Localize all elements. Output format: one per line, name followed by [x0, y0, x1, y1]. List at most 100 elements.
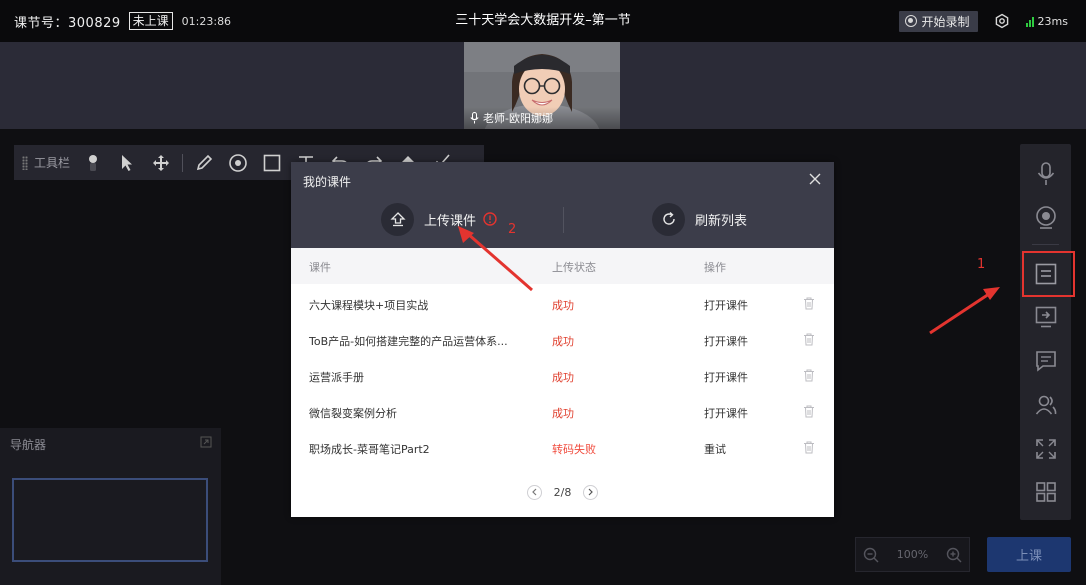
toolbar-divider: [182, 153, 184, 172]
annotation-highlight-box: [1022, 251, 1075, 297]
upload-icon: [389, 212, 406, 227]
lesson-id: 课节号：300829: [14, 15, 121, 31]
trash-icon[interactable]: [803, 297, 815, 310]
table-header: 课件 上传状态 操作: [291, 248, 834, 284]
upload-status-failed: 转码失败: [552, 443, 596, 456]
close-icon[interactable]: [808, 172, 822, 186]
column-header-status: 上传状态: [552, 261, 596, 274]
rectangle-icon: [263, 154, 281, 171]
upload-icon-circle: [381, 202, 414, 236]
lesson-info: 课节号：300829 未上课 01:23:86: [14, 0, 231, 42]
layout-button[interactable]: [1020, 474, 1071, 510]
action-divider: [563, 207, 564, 233]
navigator-viewport[interactable]: [12, 478, 208, 562]
webcam-icon: [1035, 206, 1056, 229]
courseware-name: 六大课程模块+项目实战: [309, 299, 429, 312]
zoom-control: 100%: [855, 537, 970, 572]
navigator-panel: 导航器: [0, 428, 221, 585]
record-icon: [904, 15, 917, 27]
page-indicator: 2/8: [553, 485, 572, 499]
refresh-label: 刷新列表: [695, 213, 748, 229]
table-row: 运营派手册 成功 打开课件: [291, 357, 834, 393]
gear-icon[interactable]: [994, 13, 1010, 29]
microphone-icon: [1037, 162, 1054, 185]
fullscreen-icon: [1035, 439, 1056, 459]
zoom-level: 100%: [896, 548, 929, 561]
refresh-icon: [662, 211, 675, 225]
trash-icon[interactable]: [803, 405, 815, 418]
teacher-name: 老师-欧阳娜娜: [483, 112, 553, 125]
courseware-name: ToB产品-如何搭建完整的产品运营体系...: [309, 335, 508, 348]
cursor-arrow-icon: [122, 154, 133, 171]
signal-strength-icon: [1025, 15, 1035, 27]
dialog-title: 我的课件: [303, 175, 352, 189]
trash-icon[interactable]: [803, 333, 815, 346]
navigator-title: 导航器: [10, 438, 47, 452]
rectangle-tool[interactable]: [255, 145, 289, 180]
video-strip: 老师-欧阳娜娜: [0, 42, 1086, 129]
screen-share-button[interactable]: [1020, 299, 1071, 335]
table-row: 职场成长-菜哥笔记Part2 转码失败 重试: [291, 429, 834, 465]
zoom-in-icon[interactable]: [946, 547, 962, 563]
annotation-step-1: 1: [977, 257, 986, 272]
topbar-controls: 开始录制 23ms: [898, 0, 1068, 42]
teacher-video[interactable]: 老师-欧阳娜娜: [464, 42, 620, 129]
open-courseware-link[interactable]: 打开课件: [704, 333, 748, 349]
camera-button[interactable]: [1020, 200, 1071, 236]
column-header-name: 课件: [309, 261, 331, 274]
courseware-name: 职场成长-菜哥笔记Part2: [309, 443, 430, 456]
start-class-button[interactable]: 上课: [987, 537, 1071, 572]
upload-status: 成功: [552, 335, 574, 348]
chat-button[interactable]: [1020, 343, 1071, 379]
retry-link[interactable]: 重试: [704, 441, 726, 457]
upload-courseware-button[interactable]: 上传课件: [381, 202, 497, 236]
status-badge: 未上课: [128, 12, 173, 30]
column-header-action: 操作: [704, 261, 726, 274]
toolbar-label: 工具栏: [34, 156, 71, 170]
users-icon: [1035, 395, 1056, 415]
collapse-icon[interactable]: [200, 436, 212, 448]
courseware-name: 运营派手册: [309, 371, 364, 384]
table-row: ToB产品-如何搭建完整的产品运营体系... 成功 打开课件: [291, 321, 834, 357]
chat-bubble-icon: [1035, 351, 1056, 372]
pagination: 2/8: [291, 482, 834, 502]
right-sidebar: [1020, 144, 1071, 520]
chevron-left-icon: [531, 488, 537, 496]
drag-handle[interactable]: [22, 155, 28, 170]
open-courseware-link[interactable]: 打开课件: [704, 405, 748, 421]
laser-pointer-tool[interactable]: [76, 145, 110, 180]
microphone-icon: [470, 112, 479, 124]
open-courseware-link[interactable]: 打开课件: [704, 369, 748, 385]
move-icon: [153, 154, 170, 171]
class-timer: 01:23:86: [181, 14, 232, 28]
laser-pointer-icon: [89, 154, 98, 171]
refresh-icon-circle: [652, 202, 685, 236]
courseware-dialog: 我的课件 上传课件 刷新列表 课件 上传状态 操作 六大课程模块+项目实战 成功…: [291, 162, 834, 517]
screen-share-icon: [1035, 306, 1056, 328]
prev-page-button[interactable]: [526, 484, 542, 500]
upload-label: 上传课件: [424, 213, 477, 229]
move-tool[interactable]: [144, 145, 178, 180]
open-courseware-link[interactable]: 打开课件: [704, 297, 748, 313]
zoom-out-icon[interactable]: [863, 547, 879, 563]
refresh-list-button[interactable]: 刷新列表: [652, 202, 747, 236]
start-recording-button[interactable]: 开始录制: [898, 10, 978, 32]
table-row: 微信裂变案例分析 成功 打开课件: [291, 393, 834, 429]
next-page-button[interactable]: [583, 484, 599, 500]
start-recording-label: 开始录制: [921, 14, 970, 29]
upload-status: 成功: [552, 371, 574, 384]
latency-readout: 23ms: [1037, 14, 1068, 28]
microphone-button[interactable]: [1020, 156, 1071, 192]
teacher-name-label: 老师-欧阳娜娜: [464, 107, 620, 129]
select-tool[interactable]: [110, 145, 144, 180]
laser-dot-tool[interactable]: [221, 145, 255, 180]
trash-icon[interactable]: [803, 441, 815, 454]
dialog-header: 我的课件 上传课件 刷新列表: [291, 162, 834, 248]
fullscreen-button[interactable]: [1020, 431, 1071, 467]
rail-divider: [1032, 244, 1059, 245]
trash-icon[interactable]: [803, 369, 815, 382]
annotation-step-2: 2: [508, 222, 517, 237]
members-button[interactable]: [1020, 387, 1071, 423]
info-icon[interactable]: [483, 212, 497, 226]
pen-tool[interactable]: [187, 145, 221, 180]
